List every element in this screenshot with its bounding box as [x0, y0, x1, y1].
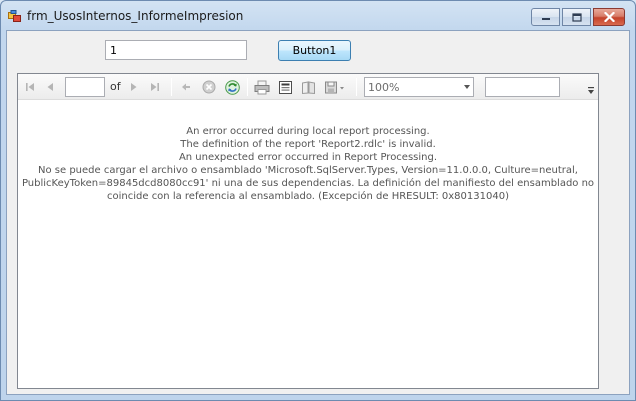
app-icon — [8, 10, 21, 22]
report-toolbar: of 100% — [18, 74, 598, 100]
refresh-icon — [224, 79, 240, 95]
toolbar-separator — [356, 78, 357, 96]
maximize-icon — [571, 12, 582, 22]
page-of-label: of — [110, 80, 121, 93]
maximize-button[interactable] — [562, 8, 591, 26]
first-page-icon — [26, 83, 34, 91]
refresh-button[interactable] — [224, 79, 240, 95]
stop-icon — [202, 80, 216, 94]
last-page-button[interactable] — [147, 79, 163, 95]
find-text-input[interactable] — [485, 77, 560, 97]
error-line: An unexpected error occurred in Report P… — [178, 152, 438, 163]
first-page-button[interactable] — [22, 79, 38, 95]
zoom-dropdown[interactable]: 100% — [364, 77, 474, 97]
last-page-icon — [151, 83, 159, 91]
close-button[interactable] — [593, 8, 625, 26]
print-layout-button[interactable] — [277, 79, 293, 95]
export-icon — [325, 81, 344, 93]
zoom-value: 100% — [368, 81, 400, 94]
toolbar-overflow-button[interactable] — [586, 86, 596, 98]
title-bar[interactable]: frm_UsosInternos_InformeImpresion — [1, 1, 635, 31]
page-setup-button[interactable] — [300, 79, 316, 95]
print-icon — [254, 80, 270, 94]
app-window: frm_UsosInternos_InformeImpresion Button… — [0, 0, 636, 401]
previous-page-icon — [47, 83, 53, 91]
print-button[interactable] — [254, 79, 270, 95]
button1[interactable]: Button1 — [278, 40, 351, 61]
error-line: An error occurred during local report pr… — [186, 126, 430, 137]
chevron-down-icon — [464, 85, 470, 89]
error-line: The definition of the report 'Report2.rd… — [180, 139, 436, 150]
back-icon — [182, 83, 190, 91]
next-page-button[interactable] — [126, 79, 142, 95]
error-line: PublicKeyToken=89845dcd8080cc91' ni una … — [21, 178, 595, 189]
minimize-icon — [541, 18, 550, 20]
current-page-input[interactable] — [65, 77, 105, 97]
text-input[interactable] — [105, 40, 247, 60]
next-page-icon — [131, 83, 137, 91]
toolbar-separator — [171, 78, 172, 96]
export-button[interactable] — [323, 79, 347, 95]
button1-label: Button1 — [292, 44, 337, 57]
minimize-button[interactable] — [531, 8, 560, 26]
stop-button[interactable] — [201, 79, 217, 95]
toolbar-separator — [247, 78, 248, 96]
report-error-message: An error occurred during local report pr… — [18, 125, 598, 203]
form-client-area: Button1 of — [6, 30, 630, 395]
page-setup-icon — [301, 80, 315, 94]
previous-page-button[interactable] — [42, 79, 58, 95]
report-viewer: of 100% An error occurred during local r… — [17, 73, 599, 389]
close-icon — [603, 12, 615, 22]
error-line: No se puede cargar el archivo o ensambla… — [38, 165, 578, 176]
print-layout-icon — [278, 80, 292, 94]
error-line: coincide con la referencia al ensamblado… — [107, 191, 509, 202]
window-title: frm_UsosInternos_InformeImpresion — [27, 9, 244, 23]
back-button[interactable] — [178, 79, 194, 95]
overflow-chevron-icon — [588, 87, 594, 94]
